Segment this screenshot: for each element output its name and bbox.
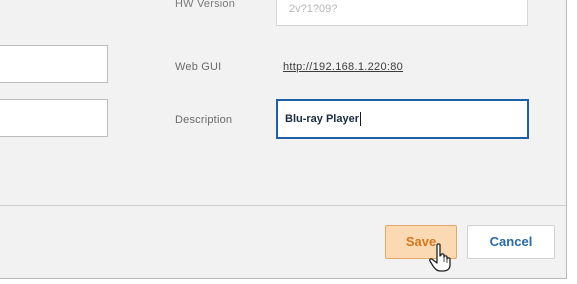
hand-pointer-icon — [429, 243, 451, 272]
device-edit-dialog: HW Version 2v?1?09? Web GUI http://192.1… — [0, 0, 577, 284]
hw-version-label: HW Version — [175, 0, 236, 10]
left-field-1[interactable] — [0, 45, 108, 83]
text-caret — [359, 112, 361, 127]
cancel-button[interactable]: Cancel — [467, 225, 555, 259]
device-settings-panel: HW Version 2v?1?09? Web GUI http://192.1… — [0, 0, 567, 279]
description-value: Blu-ray Player — [285, 113, 359, 125]
web-gui-link[interactable]: http://192.168.1.220:80 — [283, 61, 403, 73]
description-input[interactable]: Blu-ray Player — [276, 99, 529, 139]
web-gui-label: Web GUI — [175, 61, 222, 73]
hw-version-field: 2v?1?09? — [276, 0, 528, 26]
left-field-2[interactable] — [0, 99, 108, 137]
description-label: Description — [175, 114, 233, 126]
section-divider — [0, 205, 566, 206]
